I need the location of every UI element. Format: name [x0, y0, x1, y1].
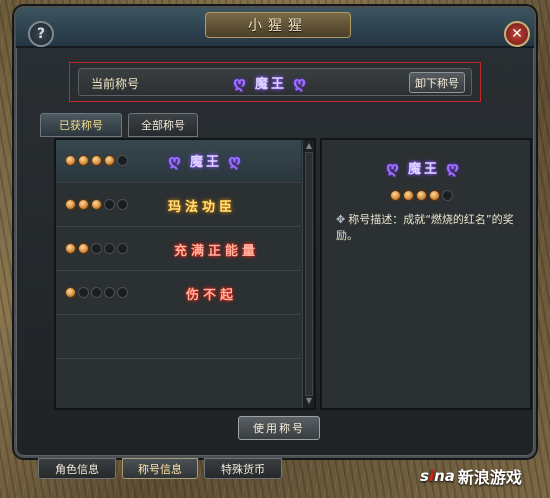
title-name: ღ 魔王 ღ [168, 151, 245, 170]
list-item[interactable]: 伤不起 [56, 272, 301, 315]
tab-title-info[interactable]: 称号信息 [122, 458, 198, 479]
star-rating [65, 287, 128, 298]
list-scrollbar[interactable]: ▲ ▼ [302, 140, 314, 408]
current-title-bar: 当前称号 ღ 魔王 ღ 卸下称号 [78, 68, 472, 96]
title-description: ✥ 称号描述：成就“燃烧的红名”的奖励。 [336, 213, 514, 242]
title-name: 伤不起 [186, 288, 238, 303]
window-titlebar: ? 小猩猩 ✕ [16, 8, 534, 48]
star-rating [65, 155, 128, 166]
star-rating [65, 199, 128, 210]
list-item[interactable]: 玛法功臣 [56, 184, 301, 227]
close-icon: ✕ [511, 26, 523, 42]
unequip-title-button[interactable]: 卸下称号 [409, 72, 465, 93]
tab-character-info[interactable]: 角色信息 [38, 458, 116, 479]
list-item-empty [56, 316, 301, 359]
title-name: 充满正能量 [174, 244, 260, 259]
tab-obtained-titles[interactable]: 已获称号 [40, 113, 122, 137]
detail-title: ღ 魔王 ღ [386, 158, 463, 177]
star-rating [65, 243, 128, 254]
sina-watermark: sina 新浪游戏 [420, 464, 522, 488]
title-list: ღ 魔王 ღ 玛法功臣 充满正能量 伤不起 ▲ ▼ [54, 138, 316, 410]
scroll-down-icon[interactable]: ▼ [304, 396, 314, 406]
title-name: 玛法功臣 [168, 200, 237, 215]
tab-all-titles[interactable]: 全部称号 [128, 113, 198, 137]
scroll-up-icon[interactable]: ▲ [304, 141, 314, 151]
window-title: 小猩猩 [205, 12, 351, 38]
list-item-empty [56, 360, 301, 403]
bullet-icon: ✥ [336, 213, 346, 226]
title-window: ? 小猩猩 ✕ 当前称号 ღ 魔王 ღ 卸下称号 已获称号 全部称号 ღ 魔王 ღ [14, 6, 536, 458]
watermark-text: 新浪游戏 [457, 468, 522, 487]
current-title-row: 当前称号 ღ 魔王 ღ 卸下称号 [69, 62, 481, 102]
tab-special-currency[interactable]: 特殊货币 [204, 458, 282, 479]
help-button[interactable]: ? [28, 21, 54, 47]
swirl-left-icon: ღ [233, 73, 250, 92]
sina-logo: sina [420, 467, 455, 485]
current-title-value: 魔王 [255, 77, 288, 92]
swirl-right-icon: ღ [293, 73, 310, 92]
current-title-badge: ღ 魔王 ღ [233, 73, 309, 92]
detail-star-rating [390, 190, 453, 201]
close-button[interactable]: ✕ [504, 21, 530, 47]
use-title-button[interactable]: 使用称号 [238, 416, 320, 440]
current-title-label: 当前称号 [91, 77, 140, 91]
scroll-thumb[interactable] [305, 152, 313, 396]
title-detail-panel: ღ 魔王 ღ ✥ 称号描述：成就“燃烧的红名”的奖励。 [320, 138, 532, 410]
list-item[interactable]: ღ 魔王 ღ [56, 140, 301, 183]
list-item[interactable]: 充满正能量 [56, 228, 301, 271]
